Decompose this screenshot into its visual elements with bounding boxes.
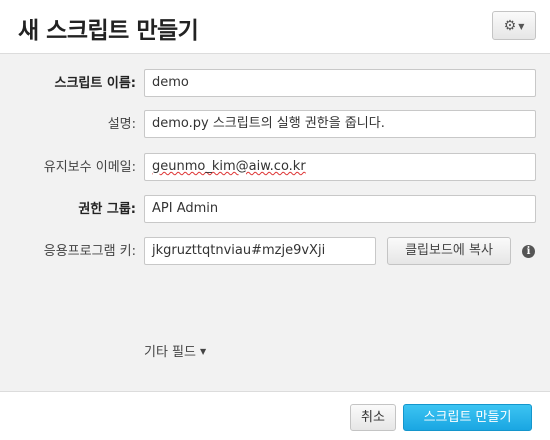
permission-group-input[interactable]: API Admin xyxy=(144,195,536,223)
form-area: 스크립트 이름: demo 설명: demo.py 스크립트의 실행 권한을 줍… xyxy=(0,54,550,391)
chevron-down-icon: ▼ xyxy=(199,347,207,356)
script-name-row: 스크립트 이름: demo xyxy=(0,69,550,99)
email-label: 유지보수 이메일: xyxy=(43,160,136,175)
description-label: 설명: xyxy=(107,117,136,132)
email-row: 유지보수 이메일: geunmo_kim@aiw.co.kr xyxy=(0,153,550,183)
gear-icon: ⚙ xyxy=(503,17,517,34)
description-row: 설명: demo.py 스크립트의 실행 권한을 줍니다. xyxy=(0,110,550,140)
other-fields-toggle[interactable]: 기타 필드 ▼ xyxy=(144,341,206,360)
other-fields-label: 기타 필드 xyxy=(144,345,196,360)
cancel-button[interactable]: 취소 xyxy=(350,404,396,431)
settings-button[interactable]: ⚙ ▼ xyxy=(492,11,536,40)
email-input[interactable]: geunmo_kim@aiw.co.kr xyxy=(144,153,536,181)
chevron-down-icon: ▼ xyxy=(518,22,525,31)
description-input[interactable]: demo.py 스크립트의 실행 권한을 줍니다. xyxy=(144,110,536,138)
dialog-title: 새 스크립트 만들기 xyxy=(18,18,199,44)
permission-group-label: 권한 그룹: xyxy=(78,202,136,217)
create-script-button[interactable]: 스크립트 만들기 xyxy=(403,404,532,431)
copy-to-clipboard-button[interactable]: 클립보드에 복사 xyxy=(387,237,511,265)
info-icon[interactable]: i xyxy=(522,245,535,258)
email-value: geunmo_kim@aiw.co.kr xyxy=(152,159,306,174)
app-key-input[interactable]: jkgruzttqtnviau#mzje9vXji xyxy=(144,237,376,265)
app-key-label: 응용프로그램 키: xyxy=(43,244,136,259)
app-key-row: 응용프로그램 키: jkgruzttqtnviau#mzje9vXji 클립보드… xyxy=(0,237,550,267)
dialog-footer: 취소 스크립트 만들기 xyxy=(0,391,550,440)
script-name-label: 스크립트 이름: xyxy=(54,76,137,91)
permission-group-row: 권한 그룹: API Admin xyxy=(0,195,550,225)
script-name-input[interactable]: demo xyxy=(144,69,536,97)
dialog-header: 새 스크립트 만들기 ⚙ ▼ xyxy=(0,0,550,54)
